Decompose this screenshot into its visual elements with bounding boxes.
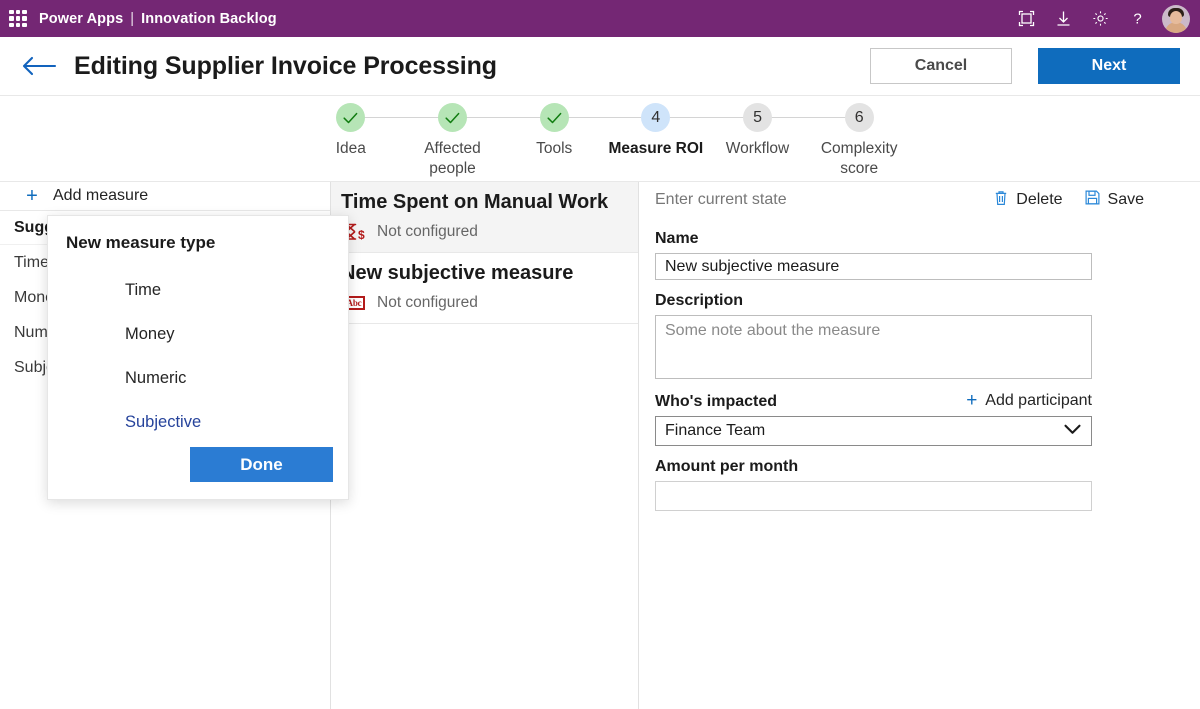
download-icon[interactable] bbox=[1045, 0, 1082, 37]
measure-card-status: Not configured bbox=[377, 223, 478, 240]
form-toolbar-actions: Delete Save bbox=[994, 190, 1144, 211]
floppy-disk-icon bbox=[1085, 190, 1100, 210]
step-label: Measure ROI bbox=[608, 140, 704, 157]
stepper-step-5[interactable]: 5 Workflow bbox=[707, 103, 860, 180]
command-actions: Cancel Next bbox=[870, 48, 1180, 84]
description-label: Description bbox=[655, 292, 744, 309]
command-header: Editing Supplier Invoice Processing Canc… bbox=[0, 37, 1200, 96]
measure-card-title: New subjective measure bbox=[341, 262, 574, 284]
measure-type-option[interactable]: Subjective bbox=[125, 400, 348, 444]
measure-type-option-list: Time Money Numeric Subjective bbox=[48, 268, 348, 444]
measure-detail-form: Enter current state Delete Save Name New… bbox=[639, 182, 1200, 709]
impacted-field-row: Who's impacted + Add participant bbox=[655, 391, 1092, 411]
step-circle: 4 bbox=[641, 103, 671, 132]
measure-type-option[interactable]: Numeric bbox=[125, 356, 348, 400]
impacted-select[interactable]: Finance Team bbox=[655, 416, 1092, 446]
measure-card-subrow: Abc Not configured bbox=[341, 292, 638, 314]
suite-bar: Power Apps | Innovation Backlog ? bbox=[0, 0, 1200, 37]
suite-brand-label[interactable]: Power Apps bbox=[39, 11, 123, 27]
step-check-icon bbox=[539, 103, 569, 132]
amount-input[interactable] bbox=[655, 481, 1092, 511]
save-label: Save bbox=[1107, 191, 1144, 208]
stepper-step-4[interactable]: 4 Measure ROI bbox=[605, 103, 758, 180]
stepper-step-6[interactable]: 6 Complexity score bbox=[808, 103, 910, 180]
add-participant-label: Add participant bbox=[985, 391, 1092, 409]
back-arrow-icon[interactable] bbox=[20, 51, 58, 81]
description-input[interactable] bbox=[655, 315, 1092, 379]
add-measure-label: Add measure bbox=[53, 187, 149, 204]
step-circle: 5 bbox=[743, 103, 773, 132]
help-icon[interactable]: ? bbox=[1119, 0, 1156, 37]
svg-text:?: ? bbox=[1133, 11, 1141, 28]
measure-card-title: Time Spent on Manual Work bbox=[341, 191, 609, 213]
impacted-select-wrap: Finance Team bbox=[655, 416, 1092, 446]
measure-card-subrow: $ Not configured bbox=[341, 221, 638, 243]
stepper-step-2[interactable]: Affected people bbox=[402, 103, 555, 180]
stepper-step-3[interactable]: Tools bbox=[503, 103, 656, 180]
callout-title: New measure type bbox=[66, 233, 216, 252]
impacted-label: Who's impacted bbox=[655, 393, 778, 410]
measure-type-option[interactable]: Money bbox=[125, 312, 348, 356]
stepper-step-1[interactable]: Idea bbox=[300, 103, 453, 180]
callout-footer: Done bbox=[190, 447, 333, 482]
impacted-selected-value: Finance Team bbox=[665, 422, 766, 439]
fullscreen-icon[interactable] bbox=[1008, 0, 1045, 37]
add-measure-button[interactable]: + Add measure bbox=[0, 182, 330, 211]
app-launcher-icon[interactable] bbox=[9, 9, 27, 28]
wizard-stepper: Idea Affected people Tools 4 Measure ROI 5 Wor… bbox=[0, 97, 1200, 182]
plus-icon: + bbox=[966, 390, 978, 411]
gear-icon[interactable] bbox=[1082, 0, 1119, 37]
name-input[interactable] bbox=[655, 253, 1092, 280]
measure-card[interactable]: New subjective measure Abc Not configured bbox=[331, 253, 638, 324]
avatar-face bbox=[1170, 10, 1182, 24]
step-label: Workflow bbox=[725, 140, 790, 157]
delete-button[interactable]: Delete bbox=[994, 190, 1063, 211]
suite-bar-actions: ? bbox=[1008, 0, 1200, 37]
cancel-button[interactable]: Cancel bbox=[870, 48, 1012, 84]
suite-brand-separator: | bbox=[130, 10, 135, 27]
app-name-label[interactable]: Innovation Backlog bbox=[141, 11, 277, 27]
form-state-text: Enter current state bbox=[655, 191, 787, 208]
svg-text:$: $ bbox=[358, 228, 365, 242]
form-toolbar: Enter current state Delete Save bbox=[655, 182, 1200, 218]
step-circle: 6 bbox=[844, 103, 874, 132]
next-button[interactable]: Next bbox=[1038, 48, 1180, 84]
measure-card-status: Not configured bbox=[377, 294, 478, 311]
name-label: Name bbox=[655, 230, 699, 247]
step-label: Tools bbox=[536, 140, 573, 157]
measure-card[interactable]: Time Spent on Manual Work $ Not configured bbox=[331, 182, 638, 253]
measure-type-option[interactable]: Time bbox=[125, 268, 348, 312]
trash-icon bbox=[994, 190, 1008, 211]
amount-label: Amount per month bbox=[655, 458, 799, 475]
step-check-icon bbox=[438, 103, 467, 132]
delete-label: Delete bbox=[1016, 191, 1063, 208]
new-measure-type-callout: New measure type Time Money Numeric Subject… bbox=[47, 215, 349, 500]
step-label: Affected people bbox=[424, 140, 481, 178]
step-label: Idea bbox=[335, 140, 366, 157]
done-button[interactable]: Done bbox=[190, 447, 333, 482]
page-title: Editing Supplier Invoice Processing bbox=[74, 51, 497, 80]
step-label: Complexity score bbox=[820, 140, 898, 178]
avatar[interactable] bbox=[1162, 4, 1190, 33]
plus-icon: + bbox=[26, 185, 38, 207]
save-button[interactable]: Save bbox=[1085, 190, 1144, 210]
step-check-icon bbox=[336, 103, 366, 132]
add-participant-button[interactable]: + Add participant bbox=[965, 391, 1092, 410]
measure-card-list: Time Spent on Manual Work $ Not configured… bbox=[331, 182, 638, 709]
